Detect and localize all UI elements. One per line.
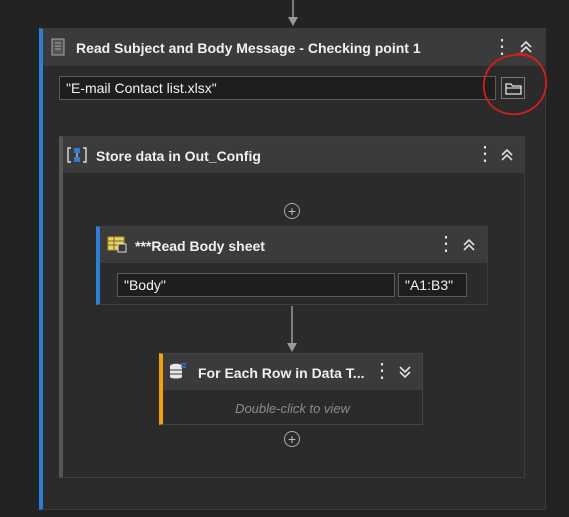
sheet-name-input[interactable]: "Body"	[117, 273, 395, 297]
add-activity-icon[interactable]: +	[284, 431, 300, 447]
activity-type-icon	[51, 38, 65, 56]
excel-read-range-icon	[107, 236, 127, 253]
range-input[interactable]: "A1:B3"	[398, 273, 467, 297]
sequence-icon	[67, 147, 87, 163]
double-click-hint: Double-click to view	[235, 401, 350, 416]
for-each-row-title: For Each Row in Data T...	[198, 365, 365, 381]
for-each-row-header[interactable]: For Each Row in Data T... ⋮	[163, 354, 422, 390]
outer-activity-title: Read Subject and Body Message - Checking…	[76, 40, 421, 56]
datatable-icon	[170, 363, 186, 379]
read-range-header[interactable]: ***Read Body sheet ⋮	[100, 227, 487, 263]
sequence-header[interactable]: Store data in Out_Config ⋮	[63, 137, 524, 173]
more-vert-icon[interactable]: ⋮	[475, 144, 495, 166]
workbook-path-input[interactable]: "E-mail Contact list.xlsx"	[59, 76, 496, 100]
read-range-title: ***Read Body sheet	[135, 238, 265, 254]
add-activity-icon[interactable]: +	[284, 203, 300, 219]
chevron-up-double-icon[interactable]	[500, 148, 514, 162]
chevron-up-double-icon[interactable]	[462, 238, 476, 252]
outer-activity-header[interactable]: Read Subject and Body Message - Checking…	[43, 29, 545, 66]
more-vert-icon[interactable]: ⋮	[436, 234, 456, 256]
more-vert-icon[interactable]: ⋮	[372, 361, 392, 383]
top-connector-arrow	[288, 0, 298, 26]
sequence-title: Store data in Out_Config	[96, 148, 261, 164]
middle-connector-arrow	[287, 306, 297, 352]
red-annotation-circle	[482, 53, 547, 116]
chevron-down-double-icon[interactable]	[398, 365, 412, 379]
